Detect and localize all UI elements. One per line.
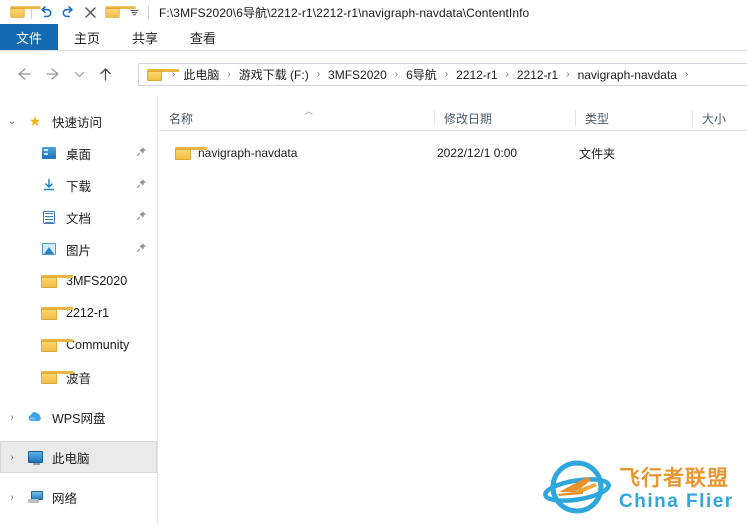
sidebar-item-wps-cloud[interactable]: › WPS网盘 bbox=[0, 401, 157, 433]
folder-icon bbox=[38, 306, 73, 320]
watermark-english: China Flier bbox=[619, 490, 734, 512]
watermark-chinese: 飞行者联盟 bbox=[619, 466, 729, 490]
sidebar-item-2212-r1[interactable]: › 2212-r1 bbox=[0, 297, 157, 329]
column-header-name[interactable]: 名称 ︿ bbox=[159, 105, 434, 131]
undo-icon[interactable] bbox=[35, 2, 57, 22]
customize-dropdown-icon[interactable] bbox=[123, 2, 145, 22]
breadcrumb-separator: › bbox=[316, 69, 321, 80]
sidebar-item-pictures[interactable]: › 图片 bbox=[0, 233, 157, 265]
tab-home[interactable]: 主页 bbox=[58, 24, 116, 51]
network-icon bbox=[24, 491, 46, 503]
folder-icon bbox=[175, 146, 207, 160]
breadcrumb-separator: › bbox=[394, 69, 399, 80]
pin-icon[interactable] bbox=[136, 242, 147, 256]
file-date-modified: 2022/12/1 0:00 bbox=[437, 146, 518, 160]
chevron-right-icon[interactable]: › bbox=[0, 452, 24, 463]
breadcrumb-item-navigraph-navdata[interactable]: navigraph-navdata bbox=[576, 68, 679, 82]
breadcrumb-separator: › bbox=[227, 69, 231, 80]
recent-locations-icon[interactable] bbox=[68, 59, 90, 89]
folder-icon bbox=[38, 274, 73, 288]
pin-icon[interactable] bbox=[136, 210, 147, 224]
folder-icon bbox=[38, 338, 73, 352]
sidebar-item-this-pc[interactable]: › 此电脑 bbox=[0, 441, 157, 473]
pin-icon[interactable] bbox=[136, 178, 147, 192]
sidebar-item-documents[interactable]: › 文档 bbox=[0, 201, 157, 233]
address-bar[interactable]: › 此电脑 › 游戏下载 (F:) › 3MFS2020 › 6导航 › 221… bbox=[138, 63, 747, 86]
sidebar-item-label: 图片 bbox=[66, 243, 92, 258]
properties-folder-icon[interactable] bbox=[6, 2, 41, 22]
star-icon: ★ bbox=[28, 113, 42, 129]
folder-icon bbox=[38, 370, 73, 384]
redo-icon[interactable] bbox=[57, 2, 79, 22]
sidebar-item-label: WPS网盘 bbox=[52, 411, 106, 426]
document-icon bbox=[38, 210, 60, 224]
breadcrumb-separator-end[interactable]: › bbox=[679, 69, 694, 80]
this-pc-icon bbox=[24, 451, 46, 465]
watermark-text: 飞行者联盟 China Flier bbox=[619, 468, 734, 511]
pictures-icon bbox=[38, 243, 60, 255]
breadcrumb-item-this-pc[interactable]: 此电脑 bbox=[181, 66, 221, 83]
sidebar-item-label: 下载 bbox=[66, 179, 92, 194]
tab-view[interactable]: 查看 bbox=[174, 24, 232, 51]
sidebar-item-boeing[interactable]: › 波音 bbox=[0, 361, 157, 393]
toolbar-divider-2 bbox=[148, 5, 149, 19]
column-header-size[interactable]: 大小 bbox=[692, 105, 747, 131]
breadcrumb-item-2212-r1-inner[interactable]: 2212-r1 bbox=[515, 68, 560, 82]
file-type: 文件夹 bbox=[579, 146, 616, 161]
download-icon bbox=[38, 178, 60, 192]
sidebar-item-network[interactable]: › 网络 bbox=[0, 481, 157, 513]
breadcrumb-item-drive-f[interactable]: 游戏下载 (F:) bbox=[237, 66, 311, 83]
up-button[interactable] bbox=[90, 59, 120, 89]
column-header-date-modified[interactable]: 修改日期 bbox=[434, 105, 575, 131]
sidebar-item-label: 快速访问 bbox=[52, 115, 103, 130]
sidebar-item-desktop[interactable]: › 桌面 bbox=[0, 137, 157, 169]
delete-icon[interactable] bbox=[79, 2, 101, 22]
ribbon-tab-bar: 文件 主页 共享 查看 bbox=[0, 24, 747, 51]
address-folder-icon bbox=[147, 68, 179, 81]
sidebar-item-3mfs2020[interactable]: › 3MFS2020 bbox=[0, 265, 157, 297]
chevron-down-icon[interactable]: ⌄ bbox=[0, 116, 24, 127]
forward-button[interactable] bbox=[38, 59, 68, 89]
column-header-row: 名称 ︿ 修改日期 类型 大小 bbox=[159, 105, 747, 131]
cloud-icon bbox=[24, 411, 46, 423]
chevron-right-icon[interactable]: › bbox=[0, 492, 24, 503]
desktop-icon bbox=[38, 147, 60, 159]
sidebar-item-quick-access[interactable]: ⌄ ★ 快速访问 bbox=[0, 105, 157, 137]
tab-share[interactable]: 共享 bbox=[116, 24, 174, 51]
sidebar-item-label: 网络 bbox=[52, 491, 78, 506]
breadcrumb-item-3mfs2020[interactable]: 3MFS2020 bbox=[326, 68, 389, 82]
china-flier-emblem-icon bbox=[543, 460, 611, 514]
sidebar-item-label: 桌面 bbox=[66, 147, 92, 162]
sort-ascending-caret: ︿ bbox=[304, 106, 314, 116]
file-name-cell[interactable]: navigraph-navdata bbox=[175, 146, 297, 160]
column-header-name-label: 名称 bbox=[169, 111, 194, 126]
navigation-pane: ⌄ ★ 快速访问 › 桌面 › 下 bbox=[0, 97, 158, 525]
breadcrumb-item-6daohang[interactable]: 6导航 bbox=[404, 66, 439, 83]
table-row[interactable]: navigraph-navdata 2022/12/1 0:00 文件夹 bbox=[159, 142, 747, 164]
sidebar-item-community[interactable]: › Community bbox=[0, 329, 157, 361]
back-button[interactable] bbox=[8, 59, 38, 89]
breadcrumb-separator: › bbox=[505, 69, 509, 80]
new-folder-icon[interactable] bbox=[101, 2, 136, 22]
sidebar-item-label: 文档 bbox=[66, 211, 92, 226]
window-title-path: F:\3MFS2020\6导航\2212-r1\2212-r1\navigrap… bbox=[159, 5, 530, 20]
watermark-logo: 飞行者联盟 China Flier bbox=[543, 455, 743, 523]
file-name-label: navigraph-navdata bbox=[198, 146, 298, 160]
tab-file[interactable]: 文件 bbox=[0, 24, 59, 51]
breadcrumb-item-2212-r1[interactable]: 2212-r1 bbox=[454, 68, 499, 82]
chevron-right-icon[interactable]: › bbox=[0, 412, 24, 423]
file-explorer-window: F:\3MFS2020\6导航\2212-r1\2212-r1\navigrap… bbox=[0, 0, 747, 525]
pin-icon[interactable] bbox=[136, 146, 147, 160]
title-bar: F:\3MFS2020\6导航\2212-r1\2212-r1\navigrap… bbox=[0, 0, 747, 24]
sidebar-item-label: 此电脑 bbox=[52, 451, 90, 466]
column-header-type[interactable]: 类型 bbox=[575, 105, 692, 131]
breadcrumb-separator: › bbox=[566, 69, 570, 80]
quick-access-toolbar bbox=[0, 2, 152, 22]
sidebar-item-downloads[interactable]: › 下载 bbox=[0, 169, 157, 201]
breadcrumb-separator: › bbox=[444, 69, 449, 80]
